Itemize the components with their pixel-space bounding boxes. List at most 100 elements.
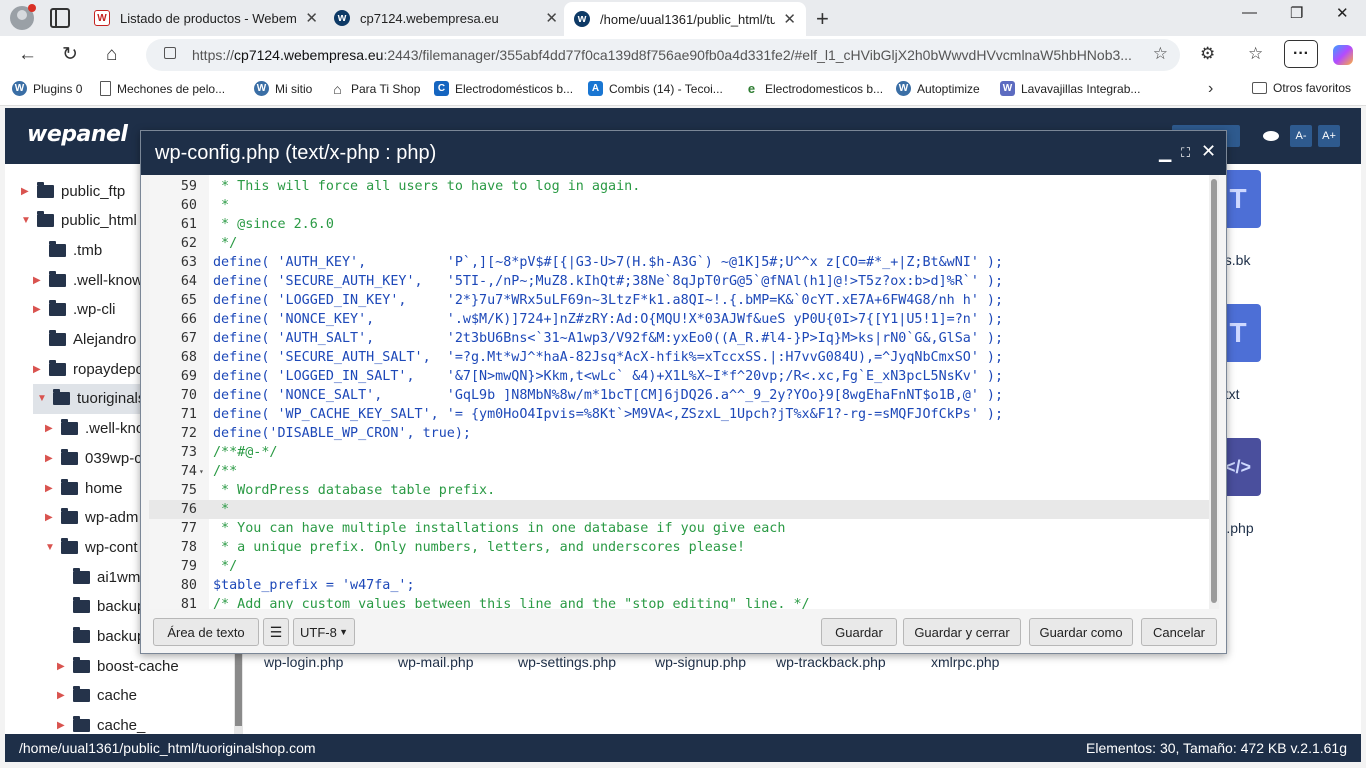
- tree-folder[interactable]: backup: [57, 592, 145, 622]
- tree-folder[interactable]: ▶ .well-kno: [45, 414, 144, 444]
- tab-actions-icon[interactable]: [50, 8, 70, 28]
- tree-folder[interactable]: ▶ wp-adm: [45, 503, 138, 533]
- code-line[interactable]: 81 /* Add any custom values between this …: [149, 595, 1209, 609]
- fold-toggle-icon[interactable]: ▾: [199, 462, 204, 481]
- file-name[interactable]: wp-trackback.php: [776, 654, 886, 670]
- dialog-titlebar[interactable]: wp-config.php (text/x-php : php) ▁ ⛶ ✕: [141, 131, 1226, 175]
- code-line[interactable]: 67 define( 'AUTH_SALT', '2t3bU6Bns<`31~A1…: [149, 329, 1209, 348]
- caret-right-icon[interactable]: ▶: [45, 512, 57, 523]
- file-name[interactable]: wp-mail.php: [398, 654, 473, 670]
- bookmark-plugins[interactable]: W Plugins 0: [12, 81, 82, 96]
- home-icon[interactable]: ⌂: [106, 44, 117, 66]
- close-dialog-icon[interactable]: ✕: [1201, 141, 1216, 162]
- caret-right-icon[interactable]: ▶: [33, 364, 45, 375]
- tree-folder[interactable]: ▶ 039wp-c: [45, 443, 142, 473]
- code-line[interactable]: 70 define( 'NONCE_SALT', 'GqL9b ]N8MbN%8w…: [149, 386, 1209, 405]
- code-line[interactable]: 78 * a unique prefix. Only numbers, lett…: [149, 538, 1209, 557]
- tree-folder[interactable]: ▶ home: [45, 473, 123, 503]
- bookmark-electrodomesticos-1[interactable]: C Electrodomésticos b...: [434, 81, 573, 96]
- tree-folder[interactable]: ▶ public_ftp: [21, 176, 125, 206]
- tree-folder[interactable]: ▶ boost-cache: [57, 651, 179, 681]
- caret-right-icon[interactable]: ▶: [57, 720, 69, 731]
- browser-tab-3-active[interactable]: w /home/uual1361/public_html/tuo ✕: [564, 2, 806, 36]
- settings-sliders-icon[interactable]: ☰: [263, 618, 289, 646]
- code-line[interactable]: 60 *: [149, 196, 1209, 215]
- close-window-icon[interactable]: ✕: [1336, 4, 1349, 22]
- code-line[interactable]: 80 $table_prefix = 'w47fa_';: [149, 576, 1209, 595]
- extensions-icon[interactable]: ⚙: [1200, 44, 1215, 64]
- back-arrow-icon[interactable]: ←: [18, 44, 37, 66]
- bookmark-mechones[interactable]: Mechones de pelo...: [100, 81, 225, 96]
- code-line[interactable]: 71 define( 'WP_CACHE_KEY_SALT', '= {ym0Ho…: [149, 405, 1209, 424]
- code-line[interactable]: 63 define( 'AUTH_KEY', 'P`,][~8*pV$#[{|G3…: [149, 253, 1209, 272]
- code-line[interactable]: 75 * WordPress database table prefix.: [149, 481, 1209, 500]
- code-line[interactable]: 66 define( 'NONCE_KEY', '.w$M/K)]724+]nZ#…: [149, 310, 1209, 329]
- code-line[interactable]: 64 define( 'SECURE_AUTH_KEY', '5TI-,/nP~;…: [149, 272, 1209, 291]
- settings-menu-icon[interactable]: ···: [1284, 40, 1318, 68]
- reload-icon[interactable]: ↻: [62, 44, 78, 66]
- tree-folder[interactable]: ▶ .wp-cli: [33, 295, 116, 325]
- font-decrease-button[interactable]: A-: [1290, 125, 1312, 147]
- caret-right-icon[interactable]: ▶: [33, 275, 45, 286]
- tree-folder[interactable]: .tmb: [33, 235, 102, 265]
- caret-right-icon[interactable]: ▶: [45, 483, 57, 494]
- file-name[interactable]: wp-settings.php: [518, 654, 616, 670]
- code-line[interactable]: 79 */: [149, 557, 1209, 576]
- textarea-mode-button[interactable]: Área de texto: [153, 618, 259, 646]
- tree-folder[interactable]: ▶ .well-know: [33, 265, 143, 295]
- file-name[interactable]: xmlrpc.php: [931, 654, 999, 670]
- browser-tab-2[interactable]: w cp7124.webempresa.eu ✕: [324, 3, 568, 33]
- close-tab-icon[interactable]: ✕: [305, 9, 318, 27]
- favorite-star-icon[interactable]: ☆: [1153, 44, 1168, 64]
- file-name[interactable]: wp-signup.php: [655, 654, 746, 670]
- code-line[interactable]: 59 * This will force all users to have t…: [149, 177, 1209, 196]
- caret-right-icon[interactable]: ▶: [57, 661, 69, 672]
- caret-down-icon[interactable]: ▼: [37, 393, 49, 404]
- code-line[interactable]: 62 */: [149, 234, 1209, 253]
- minimize-window-icon[interactable]: —: [1242, 4, 1257, 21]
- code-line[interactable]: 61 * @since 2.6.0: [149, 215, 1209, 234]
- file-name[interactable]: wp-login.php: [264, 654, 343, 670]
- bookmark-combis[interactable]: A Combis (14) - Tecoi...: [588, 81, 723, 96]
- bookmark-lavavajillas[interactable]: W Lavavajillas Integrab...: [1000, 81, 1140, 96]
- browser-tab-1[interactable]: W Listado de productos - Webempr ✕: [84, 3, 328, 33]
- caret-right-icon[interactable]: ▶: [57, 690, 69, 701]
- close-tab-icon[interactable]: ✕: [545, 9, 558, 27]
- bookmark-para-ti-shop[interactable]: ⌂ Para Ti Shop: [330, 81, 420, 97]
- bookmark-mi-sitio[interactable]: W Mi sitio: [254, 81, 312, 96]
- tree-folder[interactable]: ▶ cache: [57, 681, 137, 711]
- tree-folder[interactable]: ▶ cache_: [57, 711, 145, 734]
- close-tab-icon[interactable]: ✕: [783, 10, 796, 28]
- code-line[interactable]: 74 ▾ /**: [149, 462, 1209, 481]
- code-line[interactable]: 69 define( 'LOGGED_IN_SALT', '&7[N>mwQN}>…: [149, 367, 1209, 386]
- editor-scrollbar[interactable]: [1209, 175, 1219, 609]
- caret-right-icon[interactable]: ▶: [33, 304, 45, 315]
- encoding-select[interactable]: UTF-8 ▼: [293, 618, 355, 646]
- code-line[interactable]: 68 define( 'SECURE_AUTH_SALT', '=?g.Mt*wJ…: [149, 348, 1209, 367]
- caret-down-icon[interactable]: ▼: [45, 542, 57, 553]
- code-line[interactable]: 65 define( 'LOGGED_IN_KEY', '2*}7u7*WRx5u…: [149, 291, 1209, 310]
- new-tab-icon[interactable]: +: [816, 6, 829, 32]
- scrollbar-thumb[interactable]: [1211, 179, 1217, 603]
- tree-folder[interactable]: Alejandro: [33, 325, 136, 355]
- tree-folder[interactable]: ai1wm-: [57, 562, 145, 592]
- address-bar[interactable]: https://cp7124.webempresa.eu:2443/filema…: [146, 39, 1180, 71]
- save-button[interactable]: Guardar: [821, 618, 897, 646]
- bookmark-electrodomesticos-2[interactable]: e Electrodomesticos b...: [744, 81, 883, 96]
- save-and-close-button[interactable]: Guardar y cerrar: [903, 618, 1021, 646]
- font-increase-button[interactable]: A+: [1318, 125, 1340, 147]
- caret-right-icon[interactable]: ▶: [45, 423, 57, 434]
- code-editor[interactable]: 59 * This will force all users to have t…: [149, 175, 1219, 609]
- maximize-dialog-icon[interactable]: ⛶: [1181, 145, 1190, 161]
- tree-folder[interactable]: ▶ ropaydepo: [33, 354, 144, 384]
- eye-icon[interactable]: [1260, 125, 1282, 147]
- save-as-button[interactable]: Guardar como: [1029, 618, 1133, 646]
- cancel-button[interactable]: Cancelar: [1141, 618, 1217, 646]
- minimize-dialog-icon[interactable]: ▁: [1159, 143, 1171, 163]
- chevron-right-icon[interactable]: ›: [1208, 80, 1213, 98]
- site-info-icon[interactable]: [164, 47, 176, 59]
- tree-folder[interactable]: ▼ wp-cont: [45, 532, 138, 562]
- caret-right-icon[interactable]: ▶: [45, 453, 57, 464]
- code-line[interactable]: 77 * You can have multiple installations…: [149, 519, 1209, 538]
- code-line[interactable]: 73 /**#@-*/: [149, 443, 1209, 462]
